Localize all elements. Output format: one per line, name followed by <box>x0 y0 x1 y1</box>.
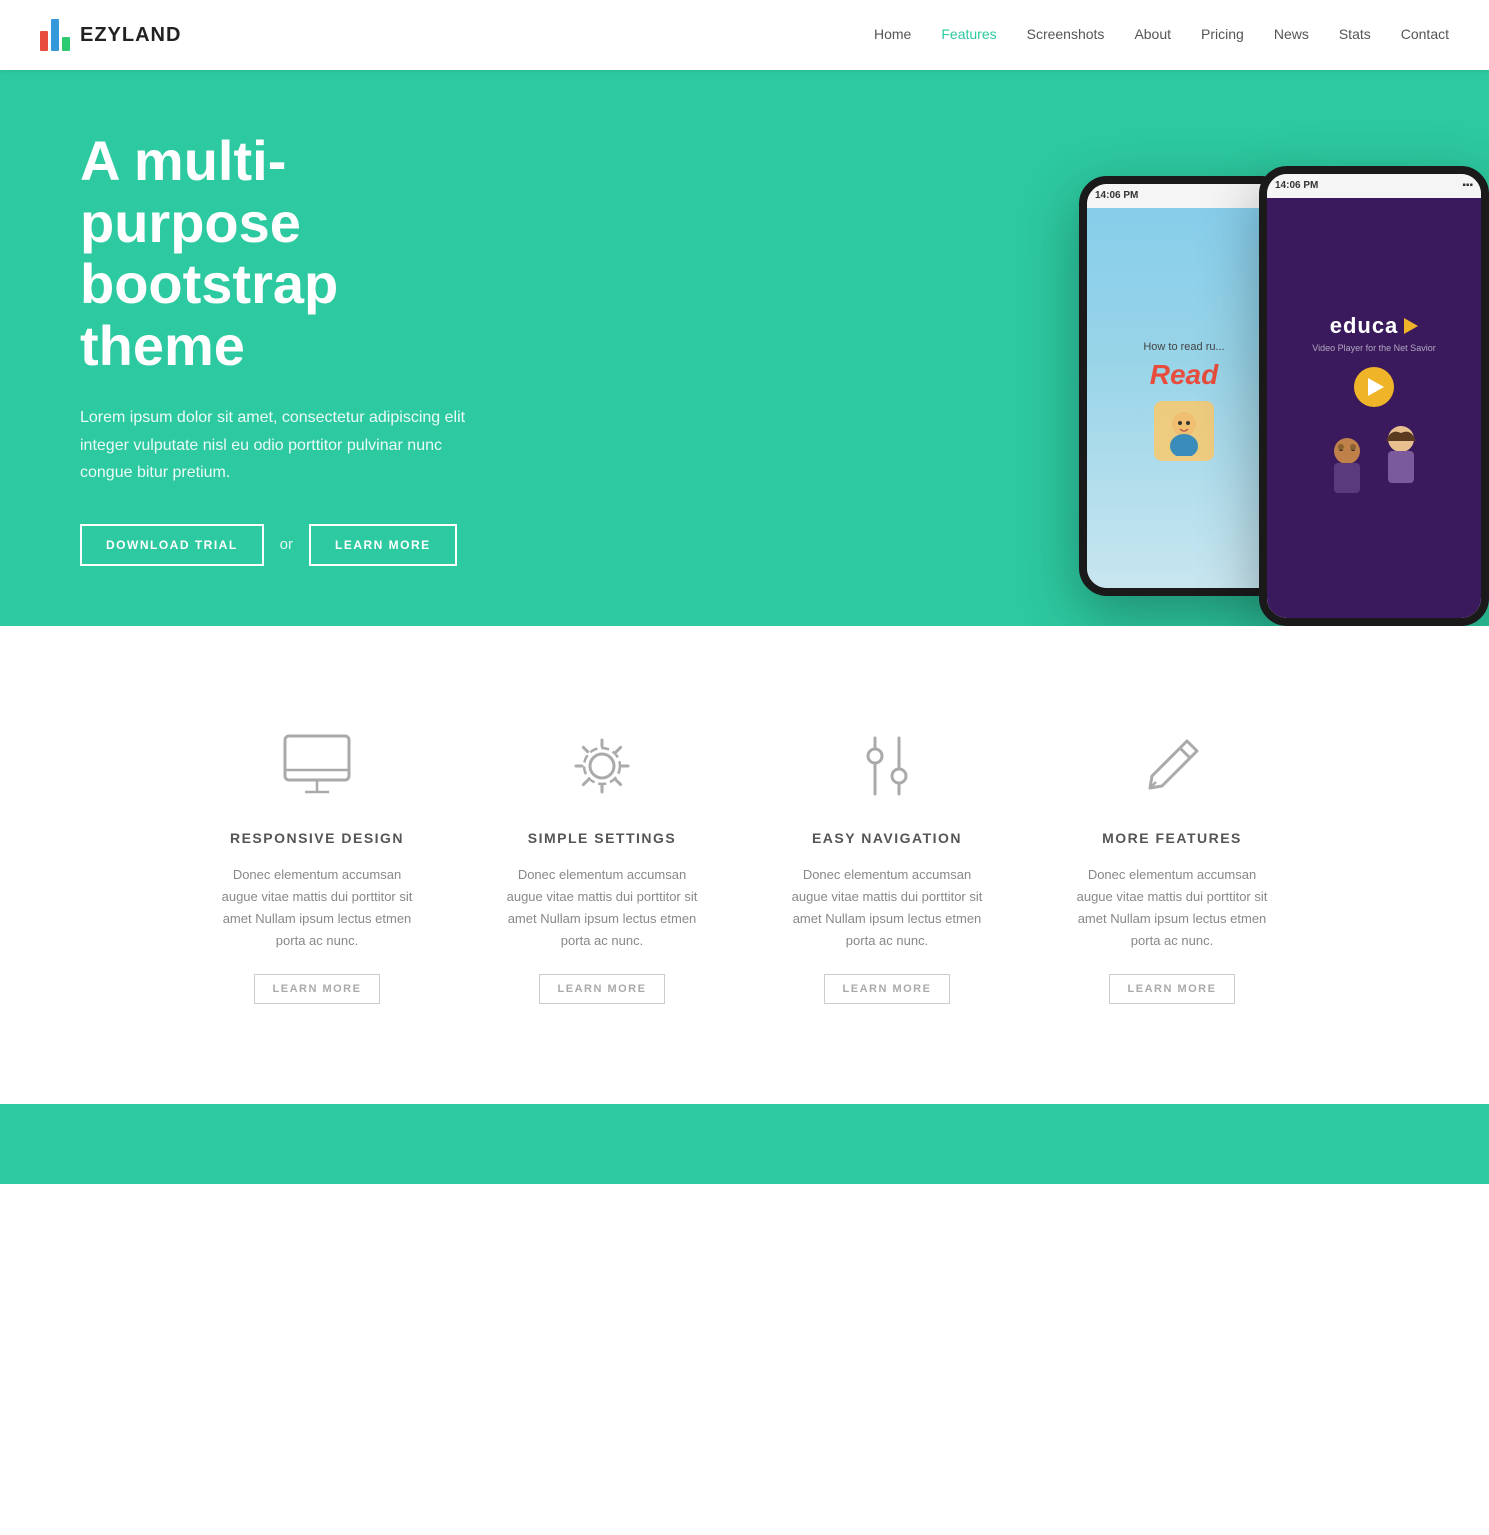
educa-characters <box>1322 423 1426 503</box>
educa-play-button[interactable] <box>1354 367 1394 407</box>
read-subtitle: How to read ru... <box>1137 335 1230 359</box>
feature-card-responsive: RESPONSIVE DESIGN Donec elementum accums… <box>195 706 440 1024</box>
features-grid: RESPONSIVE DESIGN Donec elementum accums… <box>195 706 1295 1024</box>
educa-tagline: Video Player for the Net Savior <box>1306 339 1441 357</box>
logo-link[interactable]: EZYLAND <box>40 19 181 51</box>
nav-home[interactable]: Home <box>874 26 911 42</box>
feature-desc-settings: Donec elementum accumsan augue vitae mat… <box>500 864 705 952</box>
monitor-icon <box>277 726 357 806</box>
feature-title-more: MORE FEATURES <box>1070 830 1275 846</box>
navbar: EZYLAND Home Features Screenshots About … <box>0 0 1489 70</box>
educa-screen: educa Video Player for the Net Savior <box>1267 198 1481 618</box>
nav-features[interactable]: Features <box>941 26 996 42</box>
nav-pricing[interactable]: Pricing <box>1201 26 1244 42</box>
feature-learn-btn-navigation[interactable]: LEARN MORE <box>824 974 951 1004</box>
hero-buttons: DOWNLOAD TRIAL or LEARN MORE <box>80 524 480 566</box>
logo-icon <box>40 19 70 51</box>
read-character <box>1154 401 1214 461</box>
hero-image-area: 14:06 PM ▪▪▪ How to read ru... Read <box>670 70 1489 626</box>
feature-desc-navigation: Donec elementum accumsan augue vitae mat… <box>785 864 990 952</box>
feature-card-navigation: EASY NAVIGATION Donec elementum accumsan… <box>765 706 1010 1024</box>
phone-statusbar-back: 14:06 PM ▪▪▪ <box>1087 184 1281 208</box>
educa-logo-group: educa <box>1330 313 1419 339</box>
phone-screen-read: 14:06 PM ▪▪▪ How to read ru... Read <box>1087 184 1281 588</box>
hero-or-text: or <box>280 536 293 553</box>
feature-learn-btn-more[interactable]: LEARN MORE <box>1109 974 1236 1004</box>
features-section: RESPONSIVE DESIGN Donec elementum accums… <box>0 626 1489 1104</box>
hero-content: A multi-purpose bootstrap theme Lorem ip… <box>0 70 560 626</box>
nav-about[interactable]: About <box>1134 26 1171 42</box>
feature-learn-btn-settings[interactable]: LEARN MORE <box>539 974 666 1004</box>
settings-icon <box>562 726 642 806</box>
feature-learn-btn-responsive[interactable]: LEARN MORE <box>254 974 381 1004</box>
phone-front: 14:06 PM ▪▪▪ educa Video Player for the … <box>1259 166 1489 626</box>
logo-text: EZYLAND <box>80 24 181 47</box>
nav-screenshots[interactable]: Screenshots <box>1027 26 1105 42</box>
educa-play-icon <box>1404 318 1418 334</box>
phones-container: 14:06 PM ▪▪▪ How to read ru... Read <box>1079 106 1489 626</box>
read-title: Read <box>1150 359 1218 391</box>
nav-stats[interactable]: Stats <box>1339 26 1371 42</box>
sliders-icon <box>847 726 927 806</box>
feature-card-settings: SIMPLE SETTINGS Donec elementum accumsan… <box>480 706 725 1024</box>
bottom-teal-bar <box>0 1104 1489 1184</box>
read-screen: How to read ru... Read <box>1087 208 1281 588</box>
phone-statusbar-front: 14:06 PM ▪▪▪ <box>1267 174 1481 198</box>
hero-section: A multi-purpose bootstrap theme Lorem ip… <box>0 70 1489 626</box>
feature-title-settings: SIMPLE SETTINGS <box>500 830 705 846</box>
phone-screen-educa: 14:06 PM ▪▪▪ educa Video Player for the … <box>1267 174 1481 618</box>
nav-links: Home Features Screenshots About Pricing … <box>874 26 1449 44</box>
hero-title: A multi-purpose bootstrap theme <box>80 130 480 376</box>
play-triangle-icon <box>1368 378 1384 396</box>
nav-contact[interactable]: Contact <box>1401 26 1449 42</box>
phone-back: 14:06 PM ▪▪▪ How to read ru... Read <box>1079 176 1289 596</box>
educa-logo-text: educa <box>1330 313 1399 339</box>
edit-icon <box>1132 726 1212 806</box>
learn-more-button[interactable]: LEARN MORE <box>309 524 457 566</box>
hero-description: Lorem ipsum dolor sit amet, consectetur … <box>80 404 480 486</box>
feature-title-responsive: RESPONSIVE DESIGN <box>215 830 420 846</box>
feature-title-navigation: EASY NAVIGATION <box>785 830 990 846</box>
feature-card-more: MORE FEATURES Donec elementum accumsan a… <box>1050 706 1295 1024</box>
nav-news[interactable]: News <box>1274 26 1309 42</box>
download-trial-button[interactable]: DOWNLOAD TRIAL <box>80 524 264 566</box>
feature-desc-more: Donec elementum accumsan augue vitae mat… <box>1070 864 1275 952</box>
feature-desc-responsive: Donec elementum accumsan augue vitae mat… <box>215 864 420 952</box>
